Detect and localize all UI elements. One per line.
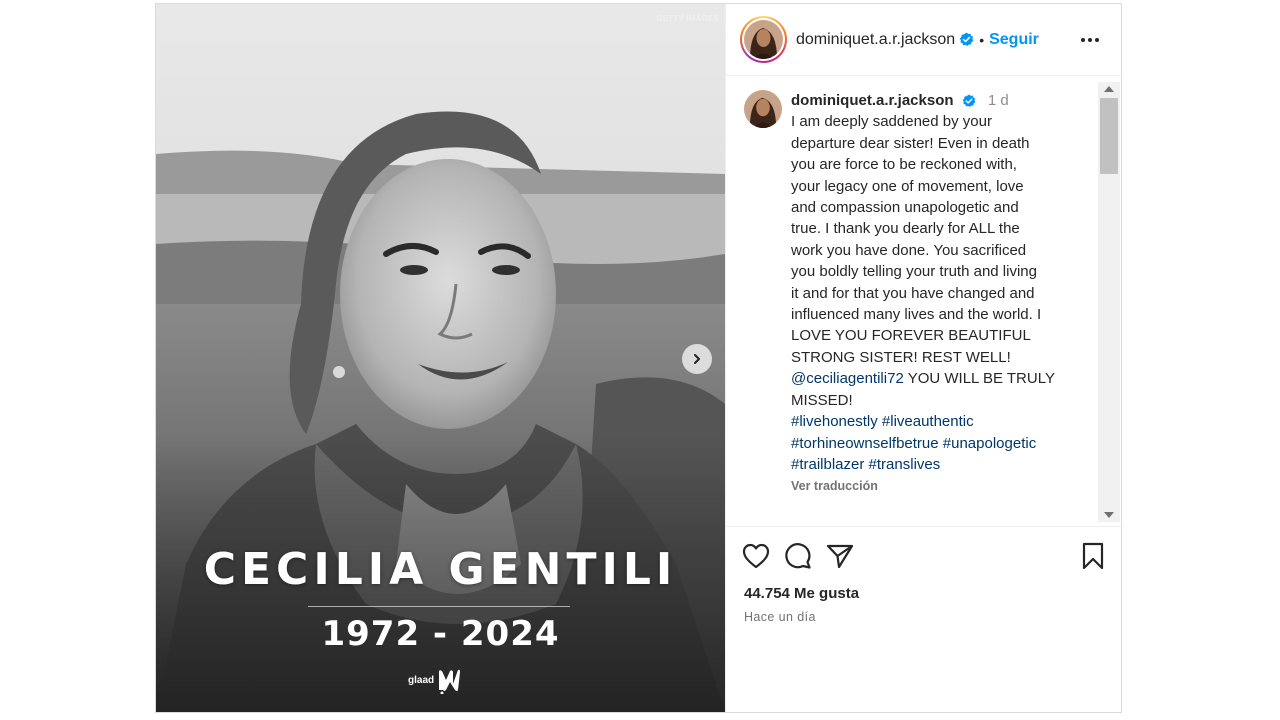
post-timestamp[interactable]: Hace un día (726, 602, 1121, 624)
caption-line: departure dear sister! Even in death (791, 134, 1030, 152)
glaad-logo-text: glaad (408, 674, 435, 686)
comment-icon (785, 543, 811, 569)
post-actions (726, 527, 1121, 585)
caption-line: and compassion unapologetic and (791, 199, 1019, 217)
share-icon (826, 544, 854, 569)
header-username[interactable]: dominiquet.a.r.jackson (796, 31, 955, 49)
post-header: dominiquet.a.r.jackson • Seguir (726, 4, 1121, 76)
bookmark-icon (1082, 542, 1104, 570)
hashtag-link[interactable]: #unapologetic (943, 435, 1036, 452)
see-translation-link[interactable]: Ver traducción (791, 479, 1081, 493)
divider-line (308, 606, 570, 607)
hashtag-link[interactable]: #torhineownselfbetrue (791, 435, 939, 452)
comments-scrollbar[interactable] (1098, 82, 1120, 522)
caption-text: YOU WILL BE TRULY (903, 370, 1055, 388)
glaad-logo-icon (439, 669, 461, 694)
post-media: GETTY IMAGES CECILIA GENTILI 1972 - 2024… (156, 4, 725, 712)
chevron-right-icon (694, 354, 700, 364)
next-image-button[interactable] (682, 344, 712, 374)
glaad-logo: glaad (408, 666, 462, 694)
hashtag-link[interactable]: #liveauthentic (882, 413, 974, 430)
verified-badge-icon (959, 32, 974, 46)
save-button[interactable] (1081, 542, 1105, 570)
hashtag-link[interactable]: #translives (869, 456, 941, 473)
scroll-down-arrow[interactable] (1104, 512, 1114, 518)
memorial-years: 1972 - 2024 (321, 614, 560, 654)
caption-line: you boldly telling your truth and living (791, 263, 1037, 281)
caption: dominiquet.a.r.jackson 1 d I am deeply s… (744, 90, 1095, 493)
hashtag-link[interactable]: #livehonestly (791, 413, 878, 430)
avatar (744, 20, 783, 59)
photo-credit: GETTY IMAGES (656, 14, 719, 23)
avatar[interactable] (744, 90, 782, 128)
scroll-up-arrow[interactable] (1104, 86, 1114, 92)
caption-line: true. I thank you dearly for ALL the (791, 220, 1020, 238)
caption-line: LOVE YOU FOREVER BEAUTIFUL (791, 327, 1031, 345)
instagram-post: GETTY IMAGES CECILIA GENTILI 1972 - 2024… (155, 3, 1122, 713)
caption-line: MISSED! (791, 391, 853, 409)
caption-line: I am deeply saddened by your (791, 113, 992, 131)
follow-button[interactable]: Seguir (989, 31, 1039, 49)
comments-section[interactable]: dominiquet.a.r.jackson 1 d I am deeply s… (726, 76, 1121, 527)
likes-count[interactable]: 44.754 Me gusta (726, 585, 1121, 602)
verified-badge-icon (962, 94, 976, 108)
caption-line: it and for that you have changed and (791, 284, 1035, 302)
mention-link[interactable]: @ceciliagentili72 (791, 370, 904, 387)
caption-line: work you have done. You sacrificed (791, 241, 1027, 259)
caption-time[interactable]: 1 d (988, 92, 1009, 109)
hashtag-link[interactable]: #trailblazer (791, 456, 864, 473)
heart-icon (742, 543, 770, 569)
caption-line: you are force to be reckoned with, (791, 156, 1017, 174)
caption-line: your legacy one of movement, love (791, 177, 1024, 195)
caption-username[interactable]: dominiquet.a.r.jackson (791, 92, 954, 109)
more-options-icon[interactable] (1081, 37, 1099, 42)
caption-line: influenced many lives and the world. I (791, 306, 1042, 324)
comment-button[interactable] (784, 542, 812, 570)
separator-dot: • (979, 31, 985, 48)
scrollbar-thumb[interactable] (1100, 98, 1118, 174)
caption-line: STRONG SISTER! REST WELL! (791, 348, 1011, 366)
story-ring[interactable] (740, 16, 787, 63)
post-sidebar: dominiquet.a.r.jackson • Seguir dominiqu… (725, 4, 1121, 712)
memorial-name: CECILIA GENTILI (203, 544, 678, 595)
like-button[interactable] (742, 543, 770, 569)
share-button[interactable] (826, 543, 854, 569)
